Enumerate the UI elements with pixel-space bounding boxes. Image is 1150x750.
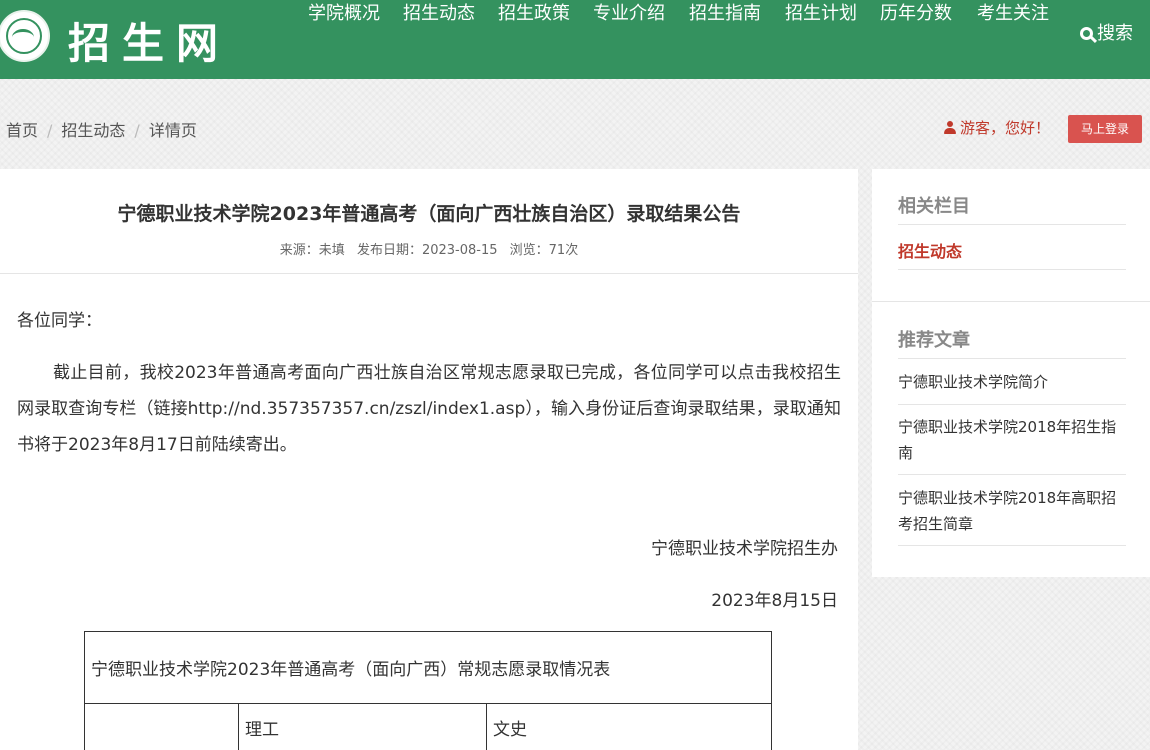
search-icon <box>1080 27 1093 40</box>
search-label: 搜索 <box>1097 23 1133 44</box>
breadcrumb-separator: / <box>134 121 140 140</box>
recommend-link[interactable]: 宁德职业技术学院简介 <box>898 369 1130 395</box>
sidebar-related-title: 相关栏目 <box>898 196 970 217</box>
admission-table: 宁德职业技术学院2023年普通高考（面向广西）常规志愿录取情况表 理工 文史 <box>84 631 772 750</box>
login-button[interactable]: 马上登录 <box>1068 115 1142 143</box>
table-caption: 宁德职业技术学院2023年普通高考（面向广西）常规志愿录取情况表 <box>84 631 772 704</box>
table-header-cell: 理工 <box>238 703 487 750</box>
article-title: 宁德职业技术学院2023年普通高考（面向广西壮族自治区）录取结果公告 <box>117 203 741 225</box>
breadcrumb: 首页 / 招生动态 / 详情页 <box>6 117 197 141</box>
recommend-link[interactable]: 宁德职业技术学院2018年高职招考招生简章 <box>898 485 1130 537</box>
divider <box>898 404 1126 405</box>
nav-item-admission-news[interactable]: 招生动态 <box>403 0 475 28</box>
breadcrumb-admission-news[interactable]: 招生动态 <box>61 121 125 140</box>
article-meta: 来源：未填 发布日期：2023-08-15 浏览：71次 <box>0 239 858 258</box>
sidebar-item-admission-news[interactable]: 招生动态 <box>898 238 962 262</box>
breadcrumb-separator: / <box>47 121 53 140</box>
nav-item-majors[interactable]: 专业介绍 <box>593 0 665 28</box>
article-body: 截止目前，我校2023年普通高考面向广西壮族自治区常规志愿录取已完成，各位同学可… <box>17 363 841 455</box>
user-greeting-text: 游客，您好！ <box>960 119 1051 137</box>
sidebar: 相关栏目 招生动态 推荐文章 宁德职业技术学院简介 宁德职业技术学院2018年招… <box>872 169 1150 577</box>
sidebar-recommend-title: 推荐文章 <box>898 330 970 351</box>
college-logo-icon[interactable] <box>0 10 50 62</box>
nav-item-college-overview[interactable]: 学院概况 <box>308 0 380 28</box>
nav-item-admission-plan[interactable]: 招生计划 <box>785 0 857 28</box>
user-icon <box>944 121 956 134</box>
table-caption-row: 宁德职业技术学院2023年普通高考（面向广西）常规志愿录取情况表 <box>84 631 772 704</box>
article-views: 浏览：71次 <box>509 243 579 258</box>
divider <box>872 301 1150 302</box>
article-source: 来源：未填 <box>279 243 345 258</box>
nav-item-admission-guide[interactable]: 招生指南 <box>689 0 761 28</box>
article-sign-date: 2023年8月15日 <box>711 591 838 611</box>
table-header-row: 理工 文史 <box>84 703 772 750</box>
nav-item-candidate-focus[interactable]: 考生关注 <box>977 0 1049 28</box>
user-greeting: 游客，您好！ <box>944 117 1050 138</box>
nav-item-admission-policy[interactable]: 招生政策 <box>498 0 570 28</box>
divider <box>898 474 1126 475</box>
table-header-cell <box>84 703 239 750</box>
article-panel: 宁德职业技术学院2023年普通高考（面向广西壮族自治区）录取结果公告 来源：未填… <box>0 169 858 750</box>
article-greeting: 各位同学： <box>17 311 102 331</box>
site-header: 招生网 学院概况 招生动态 招生政策 专业介绍 招生指南 招生计划 历年分数 考… <box>0 0 1150 79</box>
site-title[interactable]: 招生网 <box>68 10 230 71</box>
divider <box>898 358 1126 359</box>
divider <box>0 273 858 274</box>
divider <box>898 224 1126 225</box>
divider <box>898 269 1126 270</box>
divider <box>898 545 1126 546</box>
recommend-link[interactable]: 宁德职业技术学院2018年招生指南 <box>898 414 1130 466</box>
search-button[interactable]: 搜索 <box>1080 20 1133 48</box>
article-date: 发布日期：2023-08-15 <box>356 243 498 258</box>
breadcrumb-home[interactable]: 首页 <box>6 121 38 140</box>
article-signature: 宁德职业技术学院招生办 <box>651 539 838 559</box>
table-header-cell: 文史 <box>486 703 772 750</box>
nav-item-past-scores[interactable]: 历年分数 <box>880 0 952 28</box>
breadcrumb-current: 详情页 <box>148 121 197 140</box>
